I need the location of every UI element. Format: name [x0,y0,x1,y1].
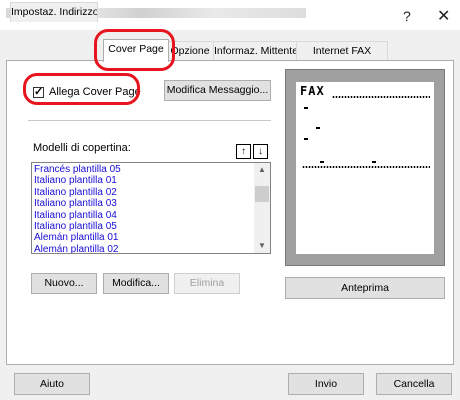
send-button[interactable]: Invio [288,373,364,395]
preview-mark [304,138,308,140]
vertical-scrollbar[interactable]: ▲ ▼ [254,163,270,253]
scroll-up-icon[interactable]: ▲ [254,163,270,177]
cancel-button[interactable]: Cancella [376,373,452,395]
list-item[interactable]: Italiano plantilla 04 [33,210,253,221]
tab-label: Impostaz. Indirizzo [11,6,98,18]
arrow-up-icon[interactable]: ↑ [236,144,251,159]
help-icon[interactable]: ? [403,8,411,24]
separator [28,120,271,121]
list-item[interactable]: Alemán plantilla 01 [33,232,253,243]
list-item[interactable]: Italiano plantilla 02 [33,187,253,198]
preview-mark [304,107,308,109]
cover-page-preview [296,82,434,254]
list-item[interactable]: Alemán plantilla 02 [33,244,253,253]
close-icon[interactable]: ✕ [437,6,450,26]
help-button[interactable]: Aiuto [14,373,90,395]
tab-opzione[interactable]: Opzione [166,41,214,61]
scroll-thumb[interactable] [255,186,269,202]
list-item[interactable]: Italiano plantilla 03 [33,198,253,209]
scroll-down-icon[interactable]: ▼ [254,239,270,253]
tab-label: Informaz. Mittente [214,45,297,57]
tab-informaz-mittente[interactable]: Informaz. Mittente [213,41,297,61]
list-item[interactable]: Francés plantilla 05 [33,164,253,175]
templates-label: Modelli di copertina: [33,142,131,154]
attach-cover-page-checkbox[interactable]: Allega Cover Page [33,85,141,99]
templates-listbox[interactable]: Francés plantilla 05 Italiano plantilla … [31,162,271,254]
delete-template-button[interactable]: Elimina [174,273,240,294]
tab-label: Internet FAX [312,45,372,57]
edit-template-button[interactable]: Modifica... [103,273,169,294]
tab-label: Cover Page [108,43,164,55]
list-item[interactable]: Italiano plantilla 01 [33,175,253,186]
checkbox-checked-icon[interactable] [33,85,44,98]
new-template-button[interactable]: Nuovo... [31,273,97,294]
preview-mark [316,127,320,129]
preview-mark [320,161,324,163]
preview-button[interactable]: Anteprima [285,277,445,299]
preview-mark [372,161,376,163]
attach-cover-page-label: Allega Cover Page [49,86,141,98]
preview-dotted-line [302,166,430,168]
tab-internet-fax[interactable]: Internet FAX [296,41,388,61]
edit-message-button[interactable]: Modifica Messaggio... [164,80,271,101]
templates-list: Francés plantilla 05 Italiano plantilla … [33,164,253,253]
preview-dotted-line [332,96,430,98]
tab-impostaz-indirizzo[interactable]: Impostaz. Indirizzo [10,2,98,22]
arrow-down-icon[interactable]: ↓ [253,144,268,159]
tab-cover-page[interactable]: Cover Page [103,39,169,62]
list-item[interactable]: Italiano plantilla 05 [33,221,253,232]
preview-fax-heading: FAX [300,84,325,98]
tab-label: Opzione [170,45,210,57]
